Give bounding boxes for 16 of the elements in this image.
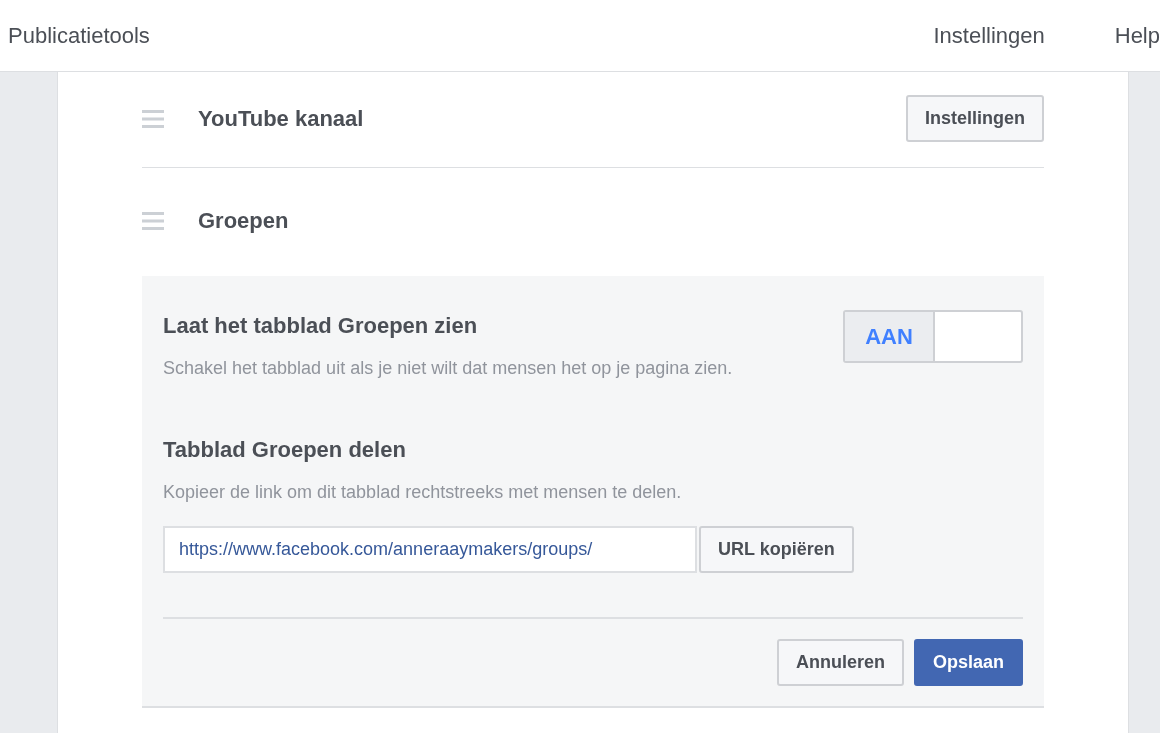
- url-field[interactable]: https://www.facebook.com/anneraaymakers/groups/: [163, 526, 697, 573]
- cancel-button[interactable]: Annuleren: [776, 639, 904, 686]
- nav-link[interactable]: Help: [1114, 22, 1160, 49]
- drag-handle-icon[interactable]: [142, 108, 164, 129]
- share-title: Tabblad Groepen delen: [163, 437, 407, 463]
- copy-url-button[interactable]: URL kopiëren: [699, 526, 854, 573]
- setting-title: Laat het tabblad Groepen zien: [163, 313, 479, 339]
- setting-description: Schakel het tabblad uit als je niet wilt dat mensen het op je pagina zien.: [163, 358, 733, 379]
- save-button[interactable]: Opslaan: [913, 639, 1023, 686]
- page-title: Publicatietools: [8, 22, 150, 49]
- section-title: Groepen: [198, 208, 290, 234]
- settings-button[interactable]: Instellingen: [906, 95, 1044, 142]
- drag-handle-icon[interactable]: [142, 211, 164, 231]
- section-title: YouTube kanaal: [198, 105, 365, 132]
- nav-link[interactable]: Instellingen: [933, 22, 1045, 49]
- share-description: Kopieer de link om dit tabblad rechtstreeks met mensen te delen.: [163, 482, 683, 503]
